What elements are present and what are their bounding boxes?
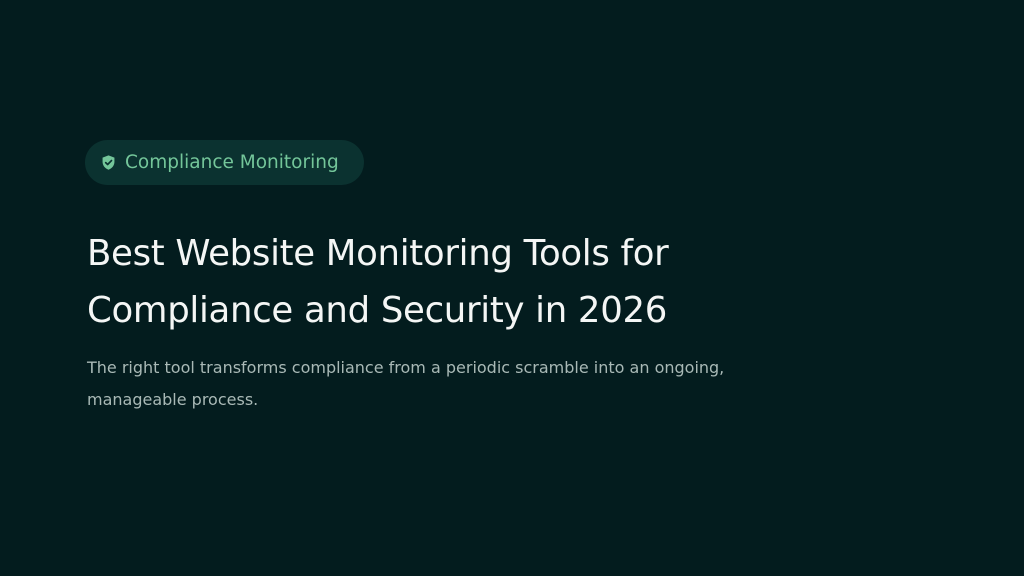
- page-title-line: Compliance and Security in 2026: [87, 290, 668, 331]
- page-subtitle-line: The right tool transforms compliance fro…: [87, 358, 725, 377]
- page-title: Best Website Monitoring Tools for Compli…: [87, 225, 847, 339]
- page-subtitle: The right tool transforms compliance fro…: [87, 352, 847, 416]
- shield-check-icon: [101, 154, 116, 171]
- page-subtitle-line: manageable process.: [87, 390, 259, 409]
- hero-section: Compliance Monitoring Best Website Monit…: [0, 0, 1024, 576]
- page-title-line: Best Website Monitoring Tools for: [87, 233, 669, 274]
- category-badge: Compliance Monitoring: [85, 140, 364, 185]
- category-badge-label: Compliance Monitoring: [125, 152, 339, 173]
